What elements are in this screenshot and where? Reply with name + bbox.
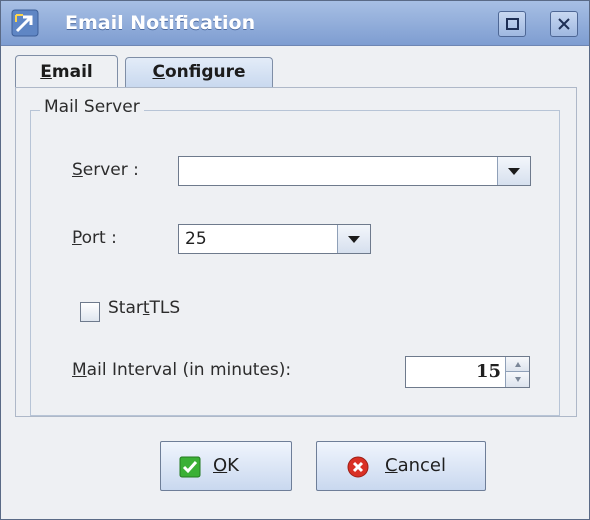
ok-button[interactable]: OK (160, 441, 292, 491)
maximize-button[interactable] (498, 11, 526, 37)
dropdown-arrow-icon (508, 168, 520, 175)
mail-interval-label: Mail Interval (in minutes): (72, 360, 292, 380)
cancel-icon (347, 456, 369, 478)
close-icon (558, 18, 570, 30)
tab-email[interactable]: Email (15, 55, 118, 87)
tab-configure[interactable]: Configure (125, 57, 273, 87)
starttls-checkbox[interactable] (80, 302, 100, 322)
mail-server-group-title: Mail Server (40, 97, 144, 117)
dropdown-arrow-icon (348, 236, 360, 243)
mail-interval-value: 15 (475, 361, 501, 382)
spinner-down-button[interactable] (505, 372, 529, 387)
cancel-button[interactable]: Cancel (316, 441, 486, 491)
spin-down-icon (515, 377, 521, 382)
server-combobox[interactable] (178, 156, 531, 186)
check-icon (179, 456, 201, 478)
spinner-up-button[interactable] (505, 357, 529, 372)
title-bar[interactable]: Email Notification (1, 1, 589, 46)
close-button[interactable] (550, 11, 578, 37)
app-arrow-icon (11, 9, 39, 37)
server-dropdown-button[interactable] (497, 157, 530, 185)
server-label: Server : (72, 160, 139, 180)
spin-up-icon (515, 362, 521, 367)
mail-interval-spinner[interactable]: 15 (405, 356, 530, 388)
window-title: Email Notification (65, 12, 256, 34)
starttls-label[interactable]: StartTLS (108, 298, 180, 318)
maximize-icon (506, 18, 519, 30)
port-label: Port : (72, 228, 117, 248)
port-value: 25 (185, 229, 207, 249)
port-combobox[interactable]: 25 (178, 224, 371, 254)
port-dropdown-button[interactable] (337, 225, 370, 253)
